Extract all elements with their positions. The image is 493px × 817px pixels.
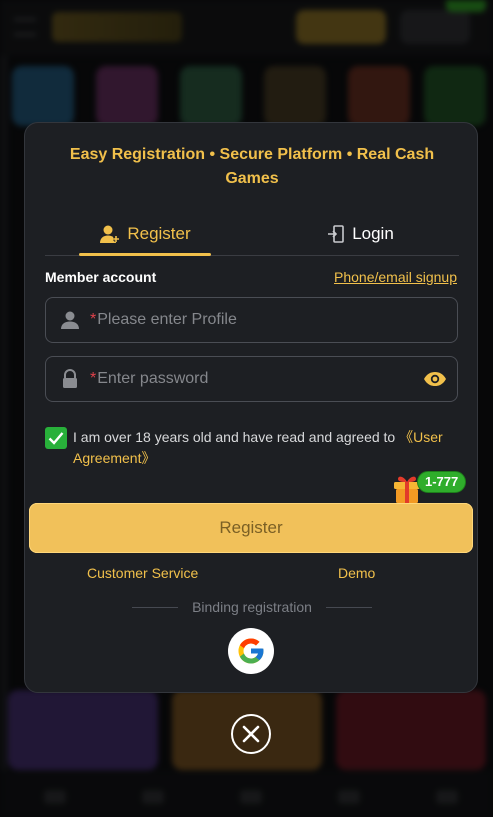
password-field[interactable]: *	[45, 356, 458, 402]
active-tab-indicator	[79, 253, 211, 256]
tab-register-label: Register	[127, 223, 191, 243]
divider-line	[325, 606, 372, 608]
register-button[interactable]: Register	[29, 503, 473, 553]
tab-login[interactable]: Login	[285, 211, 435, 256]
phone-email-signup-link[interactable]: Phone/email signup	[334, 269, 457, 285]
customer-service-link[interactable]: Customer Service	[87, 565, 198, 581]
google-icon	[238, 638, 264, 664]
agreement-statement: I am over 18 years old and have read and…	[73, 429, 400, 445]
promo-headline: Easy Registration • Secure Platform • Re…	[69, 146, 435, 187]
demo-link[interactable]: Demo	[338, 565, 375, 581]
binding-registration-label: Binding registration	[192, 599, 312, 615]
binding-divider: Binding registration	[25, 599, 479, 615]
lock-icon	[50, 369, 90, 389]
user-icon	[50, 310, 90, 330]
agreement-text: I am over 18 years old and have read and…	[73, 427, 459, 469]
registration-modal: Easy Registration • Secure Platform • Re…	[24, 122, 478, 693]
auth-tabs: Register Login	[45, 211, 459, 256]
agreement-checkbox[interactable]	[45, 427, 67, 449]
tab-register[interactable]: Register	[79, 211, 211, 256]
divider-line	[132, 606, 179, 608]
login-door-icon	[326, 224, 346, 244]
member-account-label: Member account	[45, 269, 157, 285]
eye-icon[interactable]	[413, 371, 457, 387]
close-modal-button[interactable]	[231, 714, 271, 754]
close-icon	[242, 725, 260, 743]
profile-field[interactable]: *	[45, 297, 458, 343]
agreement-row: I am over 18 years old and have read and…	[45, 427, 459, 469]
required-mark: *	[90, 311, 97, 328]
user-add-icon	[99, 224, 121, 244]
required-mark: *	[90, 370, 97, 387]
bonus-badge: 1-777	[417, 471, 467, 493]
profile-input[interactable]	[97, 298, 457, 342]
checkmark-icon	[48, 432, 64, 445]
gift-icon[interactable]	[391, 473, 421, 503]
google-signin-button[interactable]	[228, 628, 274, 674]
password-input[interactable]	[97, 357, 413, 401]
tab-login-label: Login	[352, 223, 394, 243]
